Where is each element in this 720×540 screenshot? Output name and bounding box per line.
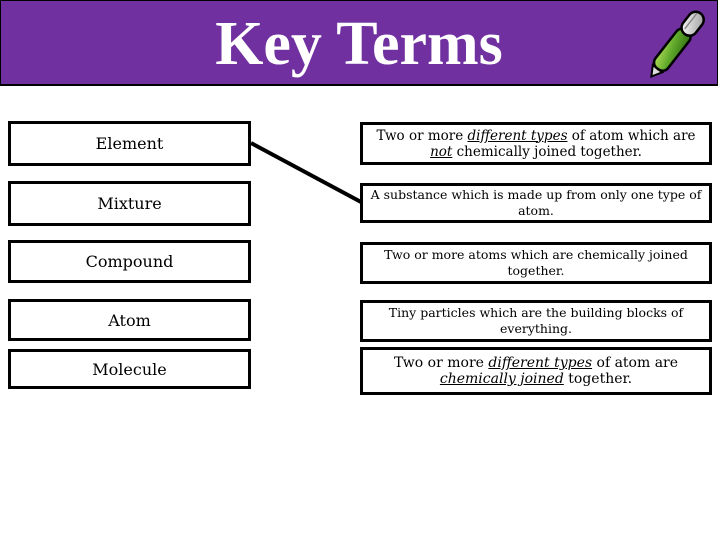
definition-text-part: together. — [563, 371, 633, 387]
term-label: Element — [95, 134, 164, 153]
definition-text: Tiny particles which are the building bl… — [388, 305, 684, 336]
emphasis-text: not — [430, 143, 453, 160]
definition-text-part: of atom which are — [567, 127, 696, 144]
term-label: Mixture — [97, 194, 162, 213]
term-card-compound[interactable]: Compound — [8, 240, 251, 283]
definition-text: Two or more different types of atom are … — [369, 355, 703, 387]
term-label: Compound — [85, 252, 174, 271]
term-card-atom[interactable]: Atom — [8, 299, 251, 341]
emphasis-text: different types — [467, 127, 568, 144]
definition-text-part: Two or more — [393, 355, 489, 371]
connector-line — [250, 141, 362, 204]
term-card-mixture[interactable]: Mixture — [8, 181, 251, 226]
page-title: Key Terms — [215, 10, 503, 78]
definition-card-element[interactable]: A substance which is made up from only o… — [360, 183, 712, 223]
term-label: Molecule — [92, 359, 167, 379]
definition-card-molecule[interactable]: Two or more atoms which are chemically j… — [360, 242, 712, 284]
definition-card-mixture[interactable]: Two or more different types of atom whic… — [360, 122, 712, 165]
definition-text: Two or more atoms which are chemically j… — [384, 247, 688, 278]
definition-text: Two or more different types of atom whic… — [369, 128, 703, 160]
emphasis-text: chemically joined — [439, 371, 564, 387]
term-card-element[interactable]: Element — [8, 121, 251, 166]
definition-text-part: chemically joined together. — [452, 143, 642, 160]
definition-text: A substance which is made up from only o… — [370, 187, 702, 218]
term-card-molecule[interactable]: Molecule — [8, 349, 251, 389]
pen-icon — [650, 10, 705, 79]
term-label: Atom — [108, 310, 151, 330]
definition-card-atom[interactable]: Tiny particles which are the building bl… — [360, 300, 712, 342]
title-banner: Key Terms — [0, 0, 718, 86]
emphasis-text: different types — [488, 355, 593, 371]
definition-card-compound[interactable]: Two or more different types of atom are … — [360, 347, 712, 395]
definition-text-part: Two or more — [376, 127, 468, 144]
definition-text-part: of atom are — [592, 355, 679, 371]
